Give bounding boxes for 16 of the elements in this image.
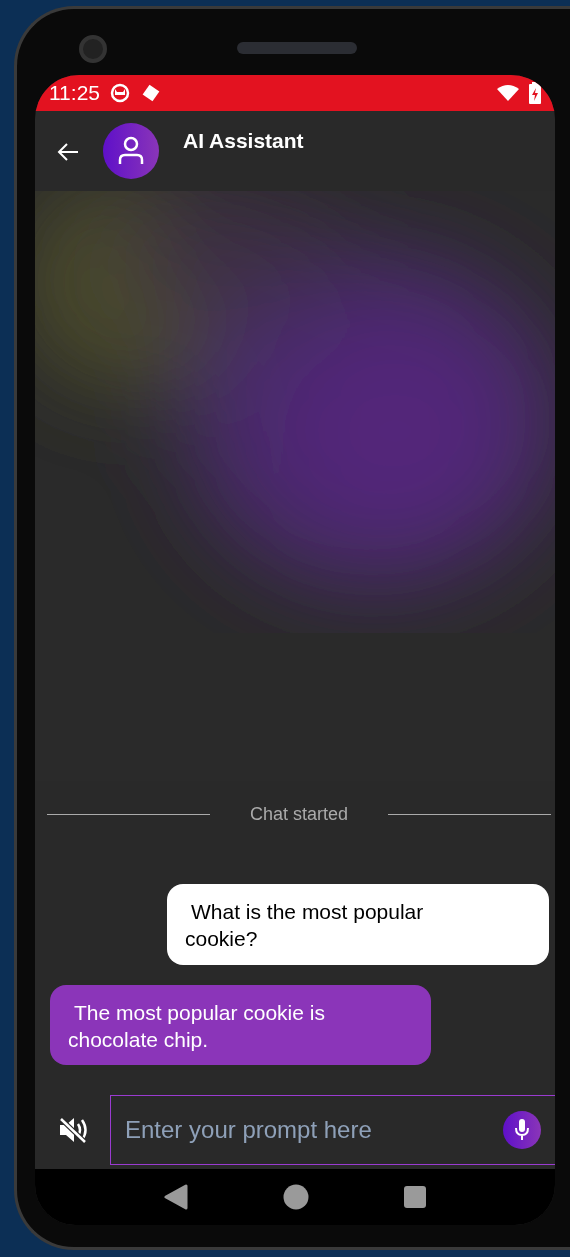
user-message: What is the most popular cookie? (167, 884, 549, 965)
microphone-icon (514, 1118, 530, 1143)
cat-icon (110, 83, 130, 103)
avatar-icon (103, 123, 159, 179)
assistant-message: The most popular cookie is chocolate chip. (50, 984, 431, 1066)
prompt-field[interactable]: Enter your prompt here (110, 1095, 555, 1166)
status-time: 11:25 (49, 80, 100, 107)
battery-icon (529, 82, 541, 104)
chat-title: AI Assistant (183, 128, 304, 154)
camera-icon (79, 35, 107, 63)
back-nav-icon[interactable] (164, 1184, 188, 1210)
mute-button[interactable] (57, 1116, 88, 1145)
home-nav-icon[interactable] (283, 1184, 309, 1210)
chat-started-label: Chat started (248, 803, 350, 826)
wifi-icon (497, 84, 519, 102)
microphone-button[interactable] (503, 1111, 541, 1150)
